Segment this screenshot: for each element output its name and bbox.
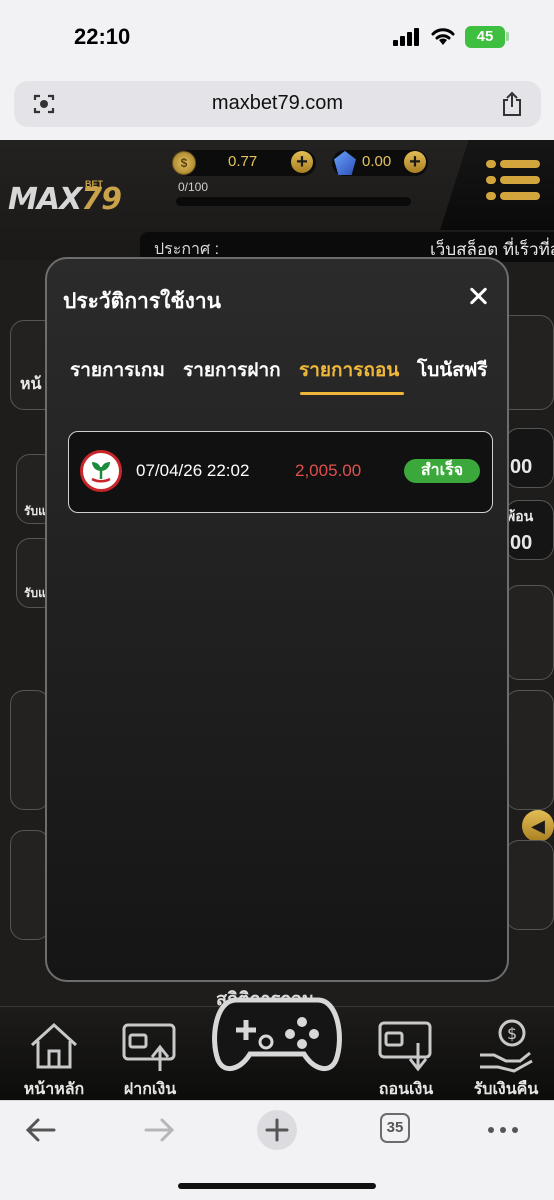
cashback-icon: $	[480, 1019, 533, 1073]
deposit-icon	[122, 1023, 176, 1071]
transaction-amount: 2,005.00	[295, 461, 362, 480]
bg-card	[10, 830, 50, 940]
nav-deposit[interactable]: ฝากเงิน	[100, 1013, 200, 1098]
add-gem-button[interactable]: +	[404, 151, 426, 173]
status-time: 22:10	[74, 24, 131, 49]
coin-icon: $	[172, 151, 196, 175]
battery-tip	[506, 32, 509, 41]
nav-withdraw-label: ถอนเงิน	[378, 1081, 434, 1098]
more-icon[interactable]	[486, 1113, 520, 1147]
bg-text: 00	[510, 532, 533, 554]
bg-card	[10, 690, 50, 810]
home-icon	[30, 1022, 78, 1069]
bg-text: 00	[510, 456, 533, 478]
modal-title: ประวัติการใช้งาน	[63, 290, 222, 313]
status-bar: 22:10 45	[0, 0, 554, 76]
battery-icon: 45	[465, 26, 505, 48]
wifi-icon	[431, 28, 455, 45]
bg-text: รับแ	[24, 586, 46, 600]
level-progress-text: 0/100	[178, 180, 209, 194]
coin-balance: 0.77	[228, 153, 258, 170]
nav-home[interactable]: หน้าหลัก	[4, 1013, 104, 1098]
tab-games[interactable]: รายการเกม	[70, 355, 165, 385]
svg-text:$: $	[507, 1024, 517, 1043]
home-indicator	[178, 1183, 376, 1189]
tab-free-bonus[interactable]: โบนัสฟรี	[417, 355, 488, 385]
new-tab-icon[interactable]	[256, 1109, 298, 1151]
withdraw-icon	[378, 1021, 432, 1072]
address-bar[interactable]: maxbet79.com	[14, 81, 541, 127]
kasikorn-bank-icon	[80, 450, 122, 492]
close-icon[interactable]	[465, 283, 491, 309]
forward-arrow-icon[interactable]	[142, 1113, 176, 1147]
cellular-signal-icon	[393, 28, 423, 46]
bg-text: หน้	[20, 376, 42, 393]
tab-deposits[interactable]: รายการฝาก	[183, 355, 281, 385]
bg-text: รับแ	[24, 504, 46, 518]
bg-text: พ้อน	[506, 508, 534, 524]
nav-home-label: หน้าหลัก	[23, 1081, 85, 1098]
status-badge: สำเร็จ	[404, 459, 480, 483]
gem-balance: 0.00	[362, 153, 392, 170]
tabs-button[interactable]: 35	[380, 1113, 410, 1143]
site-logo[interactable]: MAX79	[8, 182, 122, 217]
bg-card	[505, 585, 554, 680]
back-arrow-icon[interactable]	[24, 1113, 58, 1147]
level-progress-bar	[176, 197, 411, 206]
add-coin-button[interactable]: +	[291, 151, 313, 173]
logo-bet-text: BET	[85, 179, 103, 189]
share-icon[interactable]	[501, 91, 523, 117]
transaction-datetime: 07/04/26 22:02	[136, 461, 250, 480]
nav-cashback[interactable]: $ รับเงินคืน	[456, 1013, 554, 1098]
url-text[interactable]: maxbet79.com	[14, 92, 541, 115]
gamepad-icon[interactable]	[206, 978, 348, 1078]
nav-cashback-label: รับเงินคืน	[473, 1081, 539, 1098]
bg-card	[505, 840, 554, 930]
history-modal: ประวัติการใช้งาน รายการเกม รายการฝาก ราย…	[45, 257, 509, 982]
nav-deposit-label: ฝากเงิน	[123, 1081, 177, 1098]
active-tab-indicator	[300, 392, 404, 395]
nav-withdraw[interactable]: ถอนเงิน	[356, 1013, 456, 1098]
collapse-arrow-button[interactable]: ◀	[522, 810, 554, 842]
tab-withdrawals[interactable]: รายการถอน	[299, 355, 399, 385]
menu-icon	[486, 160, 496, 168]
bg-card	[505, 690, 554, 810]
transaction-row[interactable]: 07/04/26 22:02 2,005.00 สำเร็จ	[68, 431, 493, 513]
